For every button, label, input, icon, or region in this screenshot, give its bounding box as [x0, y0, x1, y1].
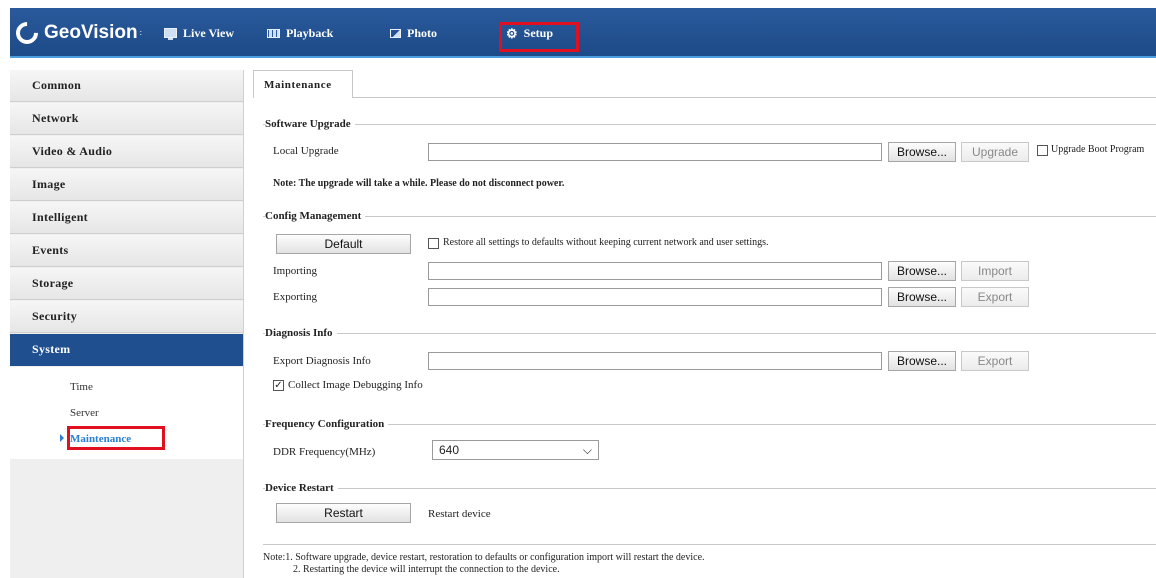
nav-playback[interactable]: Playback — [267, 21, 333, 45]
collect-debug-checkbox[interactable]: ✓ — [273, 380, 284, 391]
nav-live-view[interactable]: Live View — [164, 21, 234, 45]
sidebar-item-intelligent[interactable]: Intelligent — [10, 202, 243, 234]
collect-debug-label: Collect Image Debugging Info — [288, 379, 423, 391]
sidebar-item-security[interactable]: Security — [10, 301, 243, 333]
ddr-frequency-select[interactable]: 640 ⌵ — [432, 440, 599, 460]
diagnosis-file-input[interactable] — [428, 352, 882, 370]
export-file-input[interactable] — [428, 288, 882, 306]
sidebar-item-video-audio[interactable]: Video & Audio — [10, 136, 243, 168]
sidebar-item-image[interactable]: Image — [10, 169, 243, 201]
note-line-1: Note:1. Software upgrade, device restart… — [263, 552, 705, 563]
import-file-input[interactable] — [428, 262, 882, 280]
tab-maintenance[interactable]: Maintenance — [253, 70, 353, 98]
geovision-logo: GeoVision : — [11, 17, 142, 49]
tab-bar: Maintenance — [253, 70, 1156, 98]
export-diagnosis-label: Export Diagnosis Info — [273, 355, 371, 367]
nav-photo[interactable]: Photo — [390, 21, 437, 45]
restore-defaults-checkbox[interactable] — [428, 238, 439, 249]
export-diagnosis-button[interactable]: Export — [961, 351, 1029, 371]
local-upgrade-label: Local Upgrade — [273, 145, 339, 157]
ddr-frequency-value: 640 — [439, 443, 460, 457]
restore-defaults-label: Restore all settings to defaults without… — [443, 237, 769, 248]
frequency-config-title: Frequency Configuration — [265, 418, 389, 430]
exporting-label: Exporting — [273, 291, 317, 303]
default-button[interactable]: Default — [276, 234, 411, 254]
notes-divider — [263, 544, 1156, 545]
upgrade-button[interactable]: Upgrade — [961, 142, 1029, 162]
browse-upgrade-button[interactable]: Browse... — [888, 142, 956, 162]
system-submenu: Time Server Maintenance — [10, 367, 243, 459]
importing-label: Importing — [273, 265, 317, 277]
sidebar-item-storage[interactable]: Storage — [10, 268, 243, 300]
film-icon — [267, 28, 280, 38]
selected-arrow-icon — [60, 434, 64, 442]
import-button[interactable]: Import — [961, 261, 1029, 281]
logo-mark-icon — [11, 17, 43, 49]
monitor-icon — [164, 28, 177, 40]
chevron-down-icon: ⌵ — [582, 443, 592, 457]
upgrade-note: Note: The upgrade will take a while. Ple… — [273, 178, 565, 189]
sidebar: Common Network Video & Audio Image Intel… — [10, 70, 244, 578]
frequency-config-group: Frequency Configuration — [263, 418, 1156, 470]
logo-text: GeoVision — [44, 22, 138, 43]
sidebar-item-system[interactable]: System — [10, 334, 243, 366]
diagnosis-info-title: Diagnosis Info — [265, 327, 337, 339]
device-restart-title: Device Restart — [265, 482, 338, 494]
photo-icon — [390, 28, 401, 38]
export-button[interactable]: Export — [961, 287, 1029, 307]
ddr-frequency-label: DDR Frequency(MHz) — [273, 446, 376, 458]
local-upgrade-file-input[interactable] — [428, 143, 882, 161]
sidebar-item-common[interactable]: Common — [10, 70, 243, 102]
restart-device-label: Restart device — [428, 508, 491, 520]
software-upgrade-title: Software Upgrade — [265, 118, 355, 130]
restart-button[interactable]: Restart — [276, 503, 411, 523]
browse-export-button[interactable]: Browse... — [888, 287, 956, 307]
setup-highlight-box — [499, 22, 579, 52]
sidebar-item-network[interactable]: Network — [10, 103, 243, 135]
browse-import-button[interactable]: Browse... — [888, 261, 956, 281]
submenu-item-time[interactable]: Time — [70, 381, 93, 393]
top-navigation-bar: GeoVision : Live View Playback Photo ⚙ S… — [10, 8, 1156, 58]
config-management-title: Config Management — [265, 210, 366, 222]
note-line-2: 2. Restarting the device will interrupt … — [293, 564, 560, 575]
upgrade-boot-checkbox[interactable] — [1037, 145, 1048, 156]
upgrade-boot-label: Upgrade Boot Program — [1051, 144, 1145, 155]
maintenance-highlight-box — [67, 426, 165, 450]
sidebar-item-events[interactable]: Events — [10, 235, 243, 267]
submenu-item-server[interactable]: Server — [70, 407, 99, 419]
browse-diagnosis-button[interactable]: Browse... — [888, 351, 956, 371]
